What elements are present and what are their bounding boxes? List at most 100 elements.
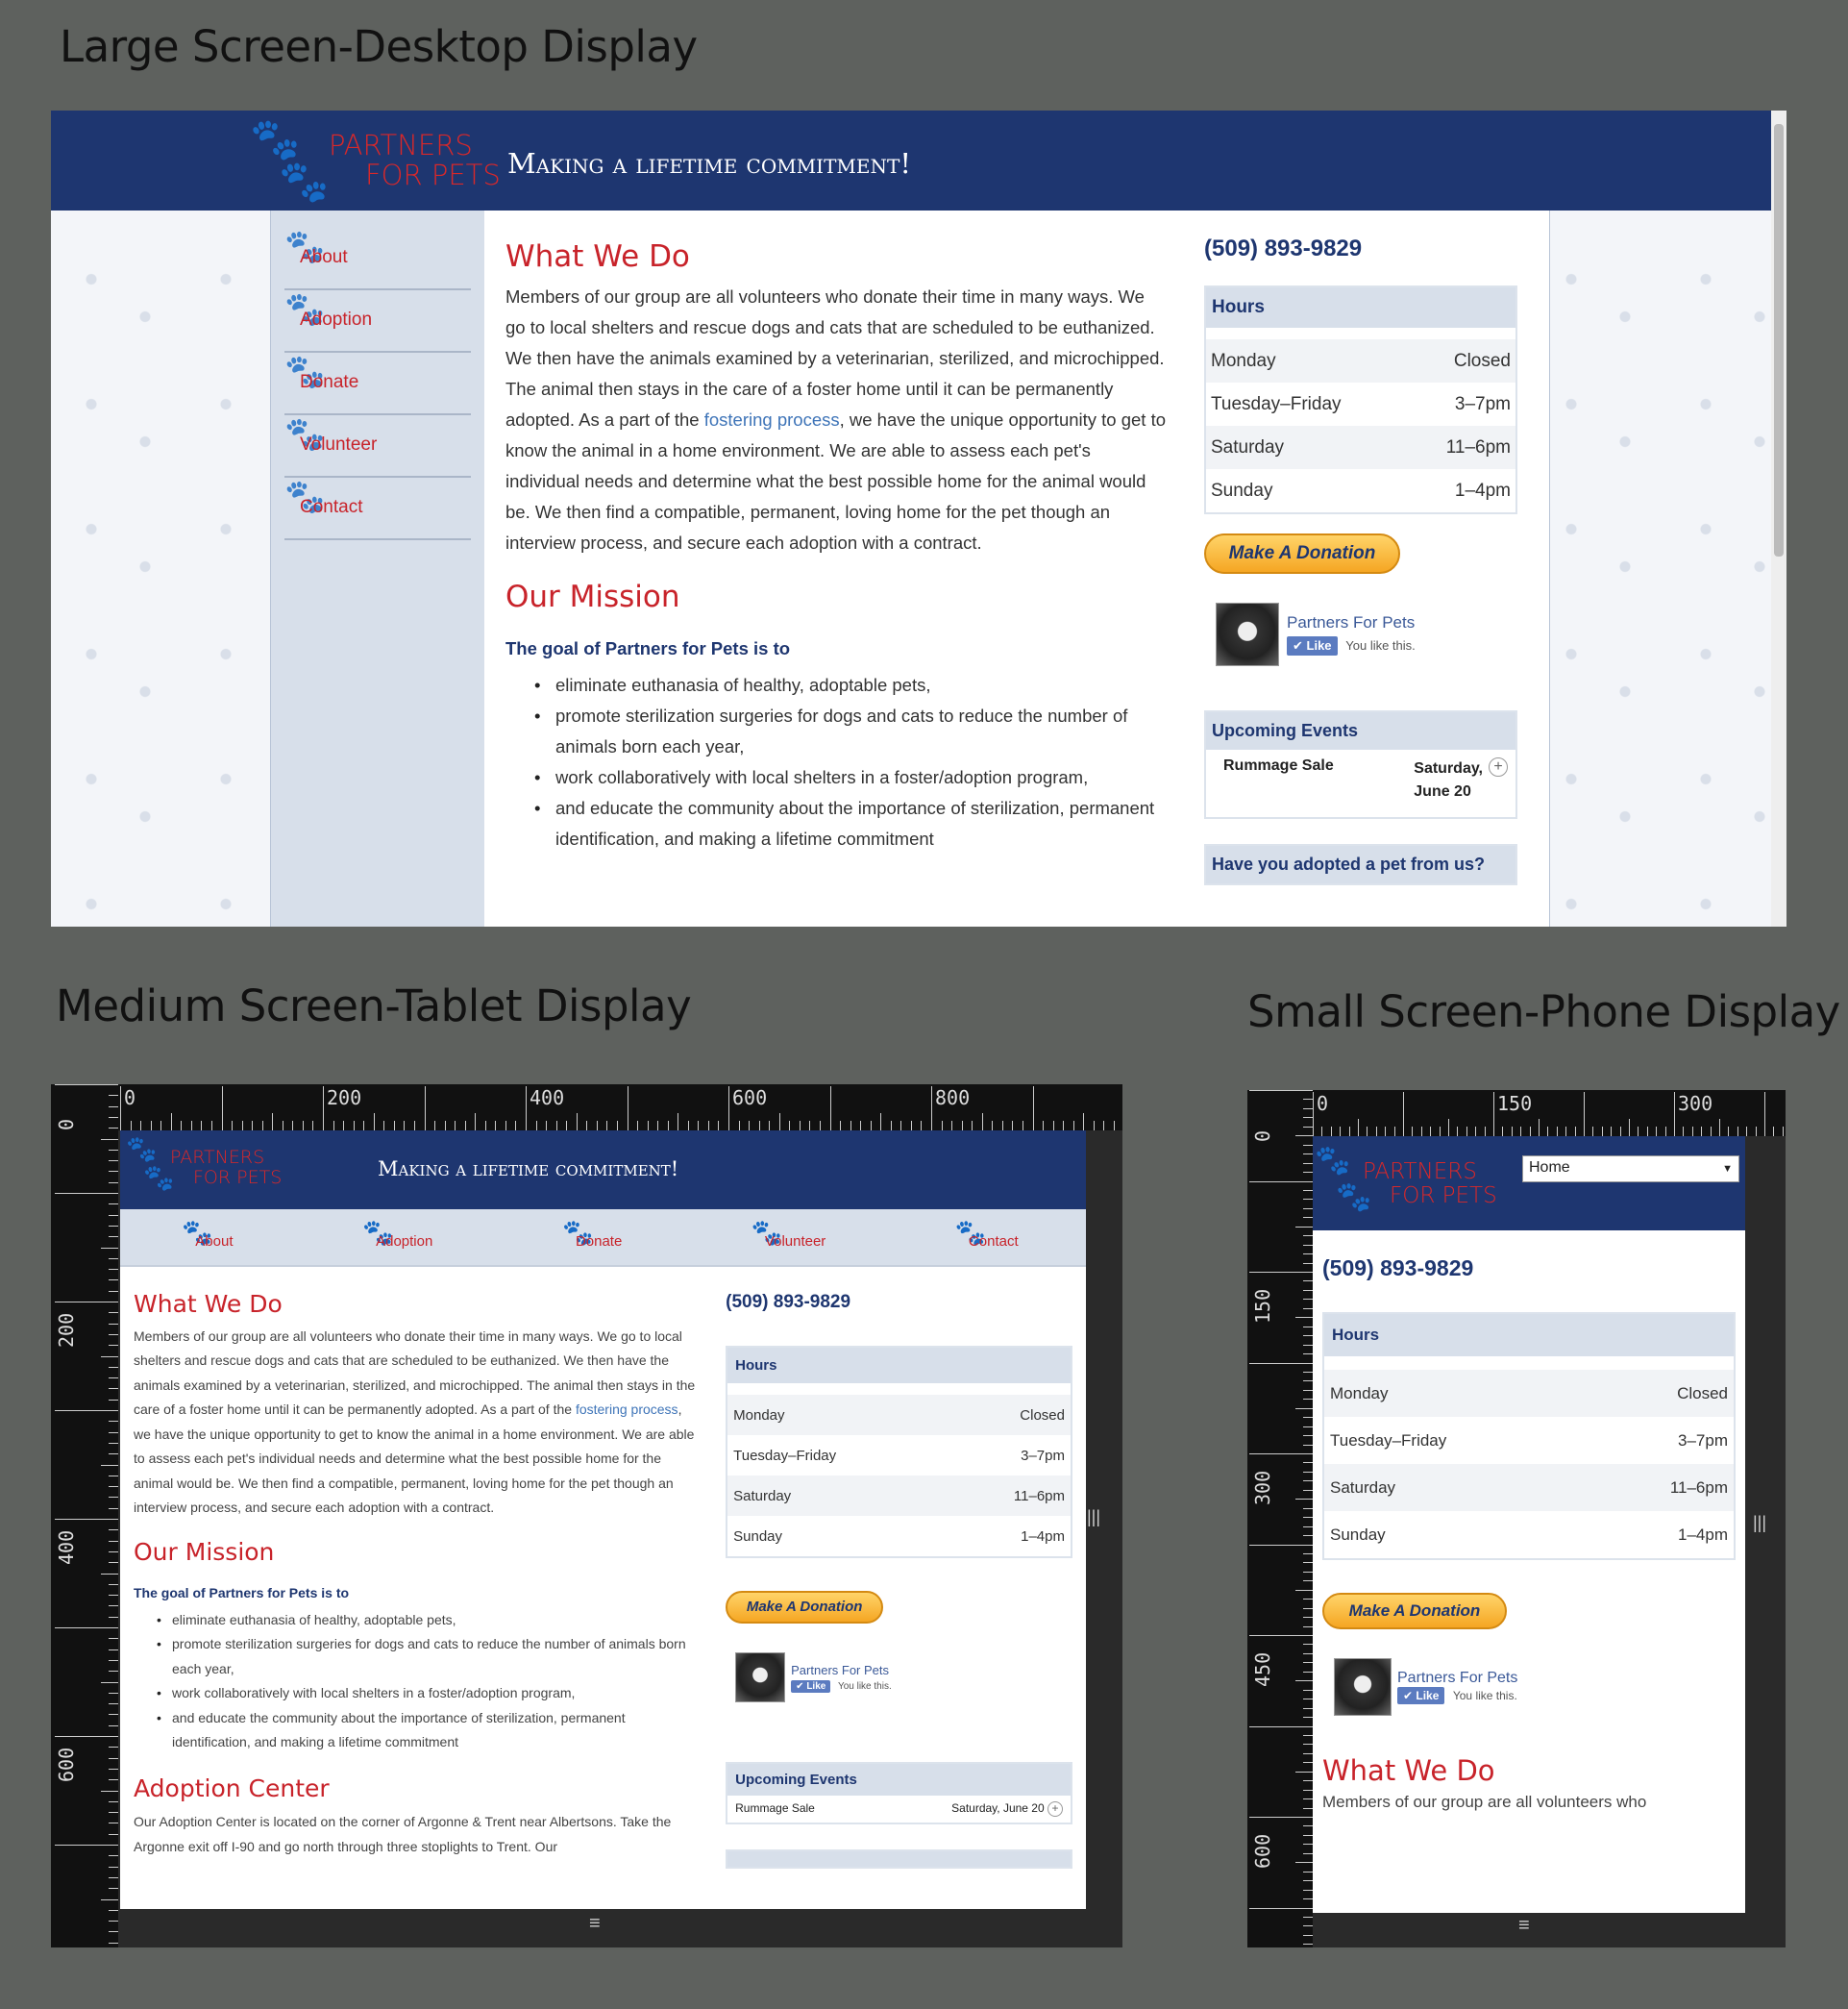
ruler-tick [109, 1486, 118, 1488]
ruler-tick [1303, 1562, 1313, 1564]
ruler-tick [1303, 1852, 1313, 1854]
mission-heading: Our Mission [134, 1537, 275, 1566]
ruler-tick [1303, 1607, 1313, 1609]
logo[interactable]: 🐾 🐾 PARTNERS FOR PETS [1315, 1144, 1497, 1225]
page-select[interactable]: Home ▼ [1522, 1155, 1739, 1182]
sidebar-item-about[interactable]: 🐾 About [284, 228, 471, 290]
ruler-tick [201, 1121, 203, 1130]
hours-time: Closed [1020, 1406, 1065, 1424]
ruler-tick [1303, 1244, 1313, 1246]
phone-header: 🐾 🐾 PARTNERS FOR PETS Home ▼ [1313, 1136, 1745, 1230]
resize-handle-right[interactable]: ||| [1087, 1507, 1100, 1527]
ruler-tick [1303, 1289, 1313, 1291]
sidebar-item-adoption[interactable]: 🐾 Adoption [284, 290, 471, 353]
ruler-tick [109, 1399, 118, 1401]
phone-number[interactable]: (509) 893-9829 [1322, 1255, 1736, 1281]
ruler-tick [1303, 1307, 1313, 1309]
ruler-tick [109, 1149, 118, 1151]
what-we-do-heading: What We Do [1322, 1754, 1495, 1787]
what-we-do-text: Members of our group are all volunteers … [1322, 1793, 1647, 1811]
ruler-tick [312, 1121, 314, 1130]
adoption-center-text: Our Adoption Center is located on the co… [134, 1814, 672, 1854]
ruler-label: 800 [935, 1086, 971, 1109]
ruler-tick [1303, 1371, 1313, 1373]
nav-item-contact[interactable]: 🐾 Contact [955, 1218, 1019, 1250]
ruler-tick [1303, 1916, 1313, 1918]
paw-icon: 🐾 [250, 116, 301, 161]
fb-page-name[interactable]: Partners For Pets [1397, 1670, 1517, 1687]
ruler-tick [1303, 1444, 1313, 1446]
sidebar-item-label: Donate [300, 372, 359, 392]
fostering-link[interactable]: fostering process [704, 409, 840, 430]
ruler-tick [109, 1724, 118, 1726]
ruler-tick [140, 1121, 142, 1130]
ruler-tick [1691, 1127, 1693, 1136]
like-button[interactable]: ✔ Like [1287, 636, 1338, 656]
phone-number[interactable]: (509) 893-9829 [1204, 236, 1517, 262]
nav-item-about[interactable]: 🐾 About [182, 1218, 233, 1250]
ruler-tick [606, 1121, 608, 1130]
hours-box: Hours Monday Closed Tuesday–Friday 3–7pm Sat… [1322, 1312, 1736, 1560]
ruler-tick [1520, 1127, 1522, 1136]
ruler-tick [455, 1121, 456, 1130]
phone-number[interactable]: (509) 893-9829 [726, 1292, 1072, 1313]
ruler-tick [1638, 1127, 1639, 1136]
ruler-tick [109, 1128, 118, 1129]
ruler-tick [109, 1225, 118, 1227]
ruler-tick [109, 1171, 118, 1173]
scrollbar[interactable] [1771, 111, 1786, 927]
logo[interactable]: 🐾 🐾 PARTNERS FOR PETS [248, 116, 501, 205]
mission-heading: Our Mission [505, 580, 680, 614]
nav-item-volunteer[interactable]: 🐾 Volunteer [752, 1218, 825, 1250]
donate-button[interactable]: Make A Donation [1322, 1593, 1507, 1629]
ruler-tick [1683, 1127, 1685, 1136]
fb-page-name[interactable]: Partners For Pets [1287, 613, 1416, 632]
ruler-tick [1728, 1127, 1730, 1136]
ruler-tick [1303, 1144, 1313, 1146]
ruler-tick [1303, 1944, 1313, 1946]
ruler-tick [1303, 1153, 1313, 1155]
adopted-teaser[interactable]: Have you adopted a pet from us? [1206, 846, 1515, 883]
resize-handle-bottom[interactable]: ≡ [589, 1913, 601, 1935]
ruler-tick [109, 1345, 118, 1347]
ruler-tick [1340, 1127, 1342, 1136]
logo[interactable]: 🐾 🐾 PARTNERS FOR PETS [126, 1134, 282, 1202]
expand-icon[interactable]: + [1047, 1801, 1063, 1817]
ruler-tick [1556, 1127, 1558, 1136]
ruler-tick [109, 1855, 118, 1857]
hours-row: Saturday 11–6pm [727, 1476, 1071, 1516]
donate-button[interactable]: Make A Donation [726, 1591, 884, 1624]
fostering-link[interactable]: fostering process [576, 1401, 678, 1417]
ruler-tick [1295, 1589, 1313, 1591]
sidebar-item-donate[interactable]: 🐾 Donate [284, 353, 471, 415]
ruler-tick [404, 1121, 406, 1130]
paw-icon: 🐾 [143, 1163, 175, 1192]
expand-icon[interactable]: + [1489, 757, 1508, 777]
hours-day: Saturday [733, 1487, 792, 1504]
ruler-tick [1303, 1380, 1313, 1382]
sidebar-nav: 🐾 About 🐾 Adoption 🐾 Donate 🐾 Volunteer 🐾 Contact [271, 211, 484, 927]
events-title: Upcoming Events [727, 1764, 1071, 1796]
resize-handle-bottom[interactable]: ≡ [1518, 1915, 1530, 1937]
hours-day: Sunday [733, 1527, 783, 1545]
ruler-tick [1539, 1119, 1540, 1136]
nav-item-adoption[interactable]: 🐾 Adoption [362, 1218, 432, 1250]
resize-handle-right[interactable]: ||| [1753, 1513, 1766, 1533]
ruler-tick [1303, 1099, 1313, 1101]
ruler-tick [109, 1671, 118, 1673]
ruler-tick [1710, 1127, 1712, 1136]
fb-page-name[interactable]: Partners For Pets [791, 1663, 892, 1677]
like-button[interactable]: ✔ Like [791, 1679, 831, 1693]
donate-button[interactable]: Make A Donation [1204, 533, 1400, 574]
like-button[interactable]: ✔ Like [1397, 1687, 1445, 1704]
sidebar-item-contact[interactable]: 🐾 Contact [284, 478, 471, 540]
ruler-tick [1303, 1335, 1313, 1337]
nav-item-donate[interactable]: 🐾 Donate [562, 1218, 622, 1250]
sidebar-item-volunteer[interactable]: 🐾 Volunteer [284, 415, 471, 478]
ruler-tick [1249, 1362, 1313, 1364]
ruler-tick [941, 1121, 943, 1130]
ruler-tick [109, 1583, 118, 1585]
ruler-tick [910, 1121, 912, 1130]
ruler-tick [526, 1086, 527, 1130]
ruler-tick [1295, 1680, 1313, 1682]
